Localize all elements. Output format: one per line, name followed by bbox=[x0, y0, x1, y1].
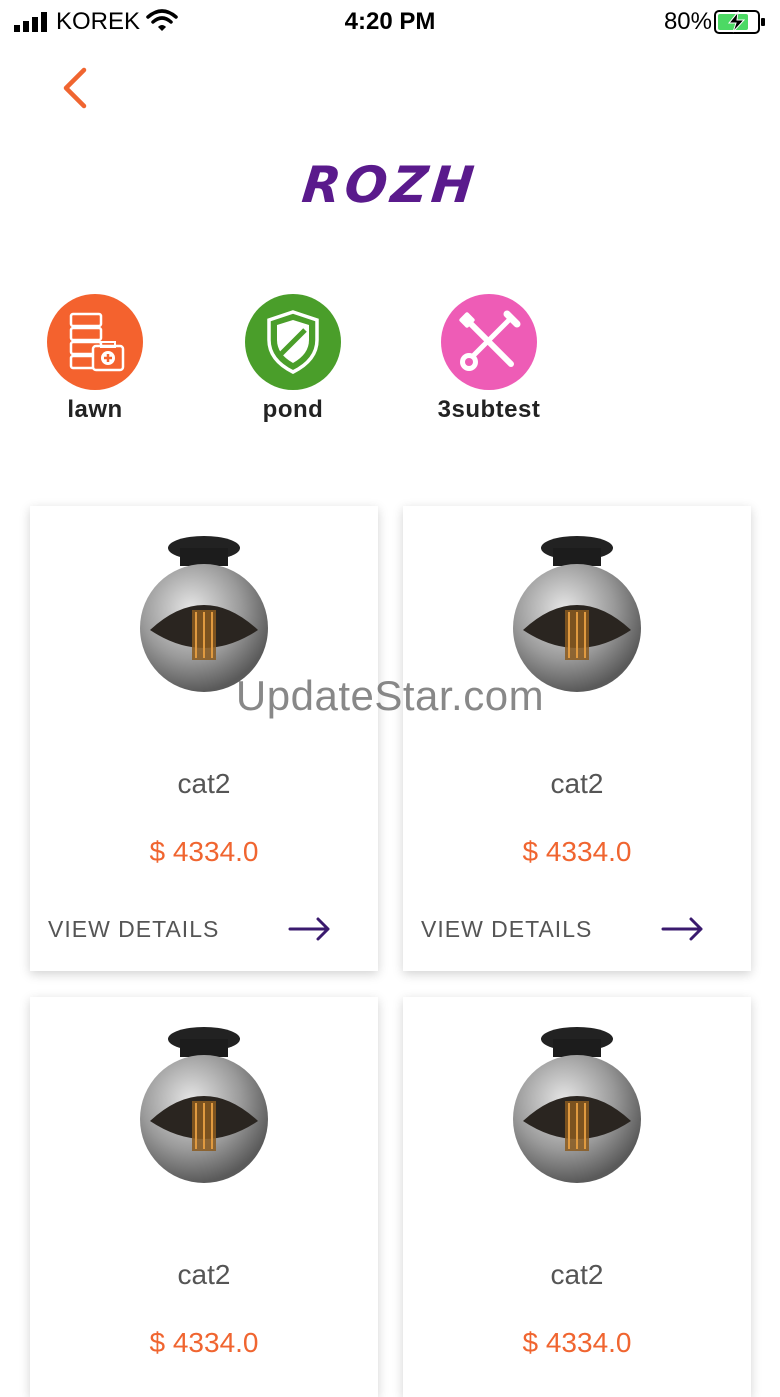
battery-percentage: 80% bbox=[663, 8, 712, 35]
category-list: lawn pond 3subtest bbox=[0, 294, 780, 434]
product-name: cat2 bbox=[550, 768, 604, 799]
product-price: $ 4334.0 bbox=[149, 836, 259, 867]
category-label: 3subtest bbox=[437, 396, 541, 423]
back-button[interactable] bbox=[56, 62, 96, 112]
product-card[interactable]: cat2 $ 4334.0 bbox=[30, 997, 378, 1397]
product-card[interactable]: cat2 $ 4334.0 VIEW DETAILS bbox=[403, 506, 751, 971]
product-card[interactable]: cat2 $ 4334.0 bbox=[403, 997, 751, 1397]
category-pond[interactable]: pond bbox=[213, 294, 373, 424]
tools-icon bbox=[441, 294, 537, 390]
brand-logo: ROZH bbox=[299, 156, 481, 214]
product-price: $ 4334.0 bbox=[522, 1327, 632, 1358]
status-bar: KOREK 4:20 PM 80% bbox=[0, 0, 780, 44]
globe-lamp-image bbox=[140, 1027, 268, 1183]
globe-lamp-image bbox=[513, 1027, 641, 1183]
category-3subtest[interactable]: 3subtest bbox=[409, 294, 569, 424]
product-price: $ 4334.0 bbox=[522, 836, 632, 867]
view-details-link[interactable]: VIEW DETAILS bbox=[421, 916, 592, 943]
battery-charging-icon bbox=[714, 10, 765, 34]
product-name: cat2 bbox=[177, 1259, 231, 1290]
arrow-right-icon[interactable] bbox=[661, 916, 705, 942]
shield-icon bbox=[245, 294, 341, 390]
category-label: pond bbox=[262, 396, 324, 423]
product-name: cat2 bbox=[177, 768, 231, 799]
category-lawn[interactable]: lawn bbox=[15, 294, 175, 424]
product-name: cat2 bbox=[550, 1259, 604, 1290]
product-card[interactable]: cat2 $ 4334.0 VIEW DETAILS bbox=[30, 506, 378, 971]
globe-lamp-image bbox=[513, 536, 641, 692]
server-toolbox-icon bbox=[47, 294, 143, 390]
category-label: lawn bbox=[67, 396, 123, 423]
view-details-link[interactable]: VIEW DETAILS bbox=[48, 916, 219, 943]
watermark-text: UpdateStar.com bbox=[235, 672, 545, 719]
globe-lamp-image bbox=[140, 536, 268, 692]
arrow-right-icon[interactable] bbox=[288, 916, 332, 942]
product-price: $ 4334.0 bbox=[149, 1327, 259, 1358]
